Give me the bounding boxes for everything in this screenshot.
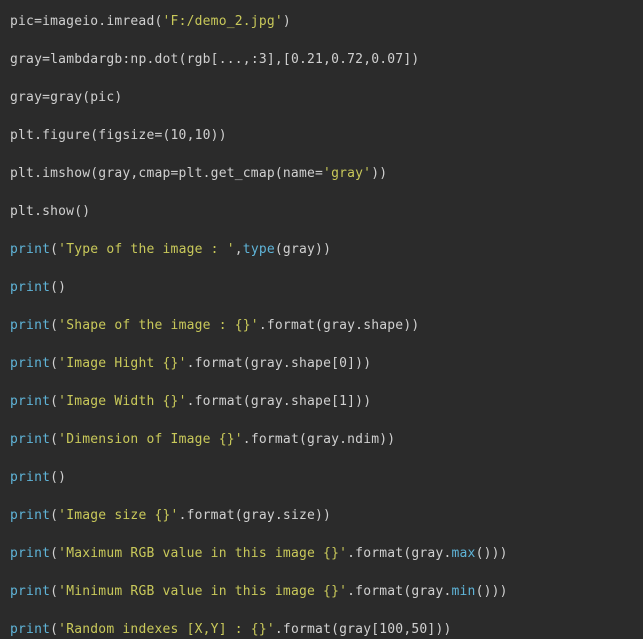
code-line: print('Image Hight {}'.format(gray.shape…: [10, 356, 371, 371]
code-token: (gray)): [275, 242, 331, 257]
code-token: print: [10, 432, 50, 447]
code-line: print('Maximum RGB value in this image {…: [10, 546, 508, 561]
code-token: .format(gray.size)): [179, 508, 332, 523]
code-line: print('Image Width {}'.format(gray.shape…: [10, 394, 371, 409]
code-token: .format(gray.shape)): [259, 318, 420, 333]
code-line: gray=lambdargb:np.dot(rgb[...,:3],[0.21,…: [10, 52, 419, 67]
code-token: print: [10, 546, 50, 561]
code-token: plt.imshow(gray,cmap=plt.get_cmap(name=: [10, 166, 323, 181]
code-token: (: [50, 546, 58, 561]
code-token: .format(gray[100,50])): [275, 622, 452, 637]
code-line: gray=gray(pic): [10, 90, 122, 105]
code-token: ): [283, 14, 291, 29]
code-token: 'Shape of the image : {}': [58, 318, 259, 333]
code-token: (: [50, 394, 58, 409]
code-token: .format(gray.shape[1])): [187, 394, 372, 409]
code-token: 'Minimum RGB value in this image {}': [58, 584, 347, 599]
code-token: plt.show(): [10, 204, 90, 219]
code-token: (: [50, 584, 58, 599]
code-token: 'F:/demo_2.jpg': [163, 14, 283, 29]
code-token: gray=: [10, 52, 50, 67]
code-token: print: [10, 394, 50, 409]
code-token: (): [50, 280, 66, 295]
code-token: print: [10, 318, 50, 333]
code-token: print: [10, 584, 50, 599]
code-token: pic=imageio.imread(: [10, 14, 163, 29]
code-line: print('Dimension of Image {}'.format(gra…: [10, 432, 395, 447]
code-token: max: [452, 546, 476, 561]
code-token: .format(gray.shape[0])): [187, 356, 372, 371]
code-line: print('Shape of the image : {}'.format(g…: [10, 318, 419, 333]
code-token: print: [10, 622, 50, 637]
code-token: 'Random indexes [X,Y] : {}': [58, 622, 275, 637]
code-token: 'Maximum RGB value in this image {}': [58, 546, 347, 561]
code-token: .format(gray.ndim)): [243, 432, 396, 447]
code-line: print('Random indexes [X,Y] : {}'.format…: [10, 622, 452, 637]
code-token: type: [243, 242, 275, 257]
code-token: (: [50, 242, 58, 257]
code-token: print: [10, 470, 50, 485]
code-token: 'gray': [323, 166, 371, 181]
code-token: (: [50, 508, 58, 523]
code-line: plt.figure(figsize=(10,10)): [10, 128, 227, 143]
code-token: min: [452, 584, 476, 599]
code-token: (: [50, 318, 58, 333]
code-token: ,: [235, 242, 243, 257]
code-token: print: [10, 356, 50, 371]
code-token: print: [10, 508, 50, 523]
code-token: rgb:np.dot(rgb[...,:3],[0.21,0.72,0.07]): [98, 52, 419, 67]
code-token: (: [50, 622, 58, 637]
code-token: 'Dimension of Image {}': [58, 432, 243, 447]
code-token: 'Image Hight {}': [58, 356, 186, 371]
code-token: )): [371, 166, 387, 181]
code-line: print(): [10, 280, 66, 295]
code-token: ())): [476, 546, 508, 561]
code-token: (): [50, 470, 66, 485]
code-token: print: [10, 280, 50, 295]
code-line: print(): [10, 470, 66, 485]
code-token: lambda: [50, 52, 98, 67]
code-line: plt.imshow(gray,cmap=plt.get_cmap(name='…: [10, 166, 387, 181]
code-token: 'Image Width {}': [58, 394, 186, 409]
code-token: print: [10, 242, 50, 257]
code-line: print('Image size {}'.format(gray.size)): [10, 508, 331, 523]
code-token: .format(gray.: [347, 584, 451, 599]
code-token: (: [50, 432, 58, 447]
code-line: print('Type of the image : ',type(gray)): [10, 242, 331, 257]
code-token: .format(gray.: [347, 546, 451, 561]
code-block: pic=imageio.imread('F:/demo_2.jpg') gray…: [0, 0, 643, 639]
code-line: pic=imageio.imread('F:/demo_2.jpg'): [10, 14, 291, 29]
code-token: plt.figure(figsize=(10,10)): [10, 128, 227, 143]
code-token: gray=gray(pic): [10, 90, 122, 105]
code-token: (: [50, 356, 58, 371]
code-token: 'Image size {}': [58, 508, 178, 523]
code-token: ())): [476, 584, 508, 599]
code-token: 'Type of the image : ': [58, 242, 235, 257]
code-line: print('Minimum RGB value in this image {…: [10, 584, 508, 599]
code-line: plt.show(): [10, 204, 90, 219]
